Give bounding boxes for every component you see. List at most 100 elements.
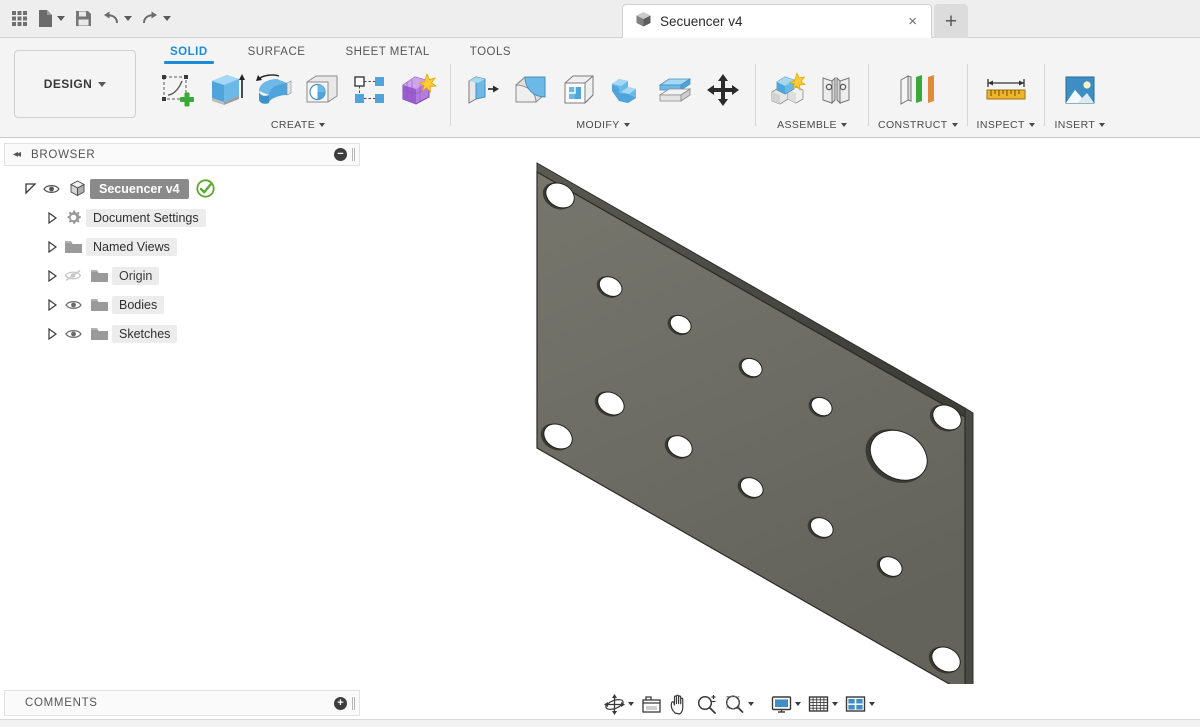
workspace-label: DESIGN [43,77,93,91]
perforated-plate-model[interactable] [361,139,1200,684]
measure-icon[interactable] [977,65,1035,115]
fillet-icon[interactable] [508,65,554,115]
extrude-icon[interactable] [203,65,249,115]
offset-face-icon[interactable] [652,65,698,115]
panel-divider [868,64,869,126]
document-tab[interactable]: Secuencer v4 × [622,4,932,38]
new-document-icon[interactable] [34,4,68,34]
folder-icon [86,326,112,341]
tree-node-label: Sketches [112,324,178,343]
press-pull-icon[interactable] [460,65,506,115]
panel-label-create[interactable]: CREATE [271,119,326,131]
expand-triangle-icon[interactable] [44,211,60,224]
ribbon-panel-inspect: INSPECT [970,62,1042,138]
comments-panel[interactable]: COMMENTS + [4,690,360,716]
canvas-3d-viewport[interactable] [361,139,1200,684]
plate-front-face[interactable] [536,170,966,684]
ribbon-panels: CREATE MODIFY ASSEMBLE CONSTRUCT INSPECT… [148,62,1113,138]
sweep-icon[interactable] [299,65,345,115]
expand-triangle-icon[interactable] [44,298,60,311]
expand-triangle-icon[interactable] [22,182,38,195]
chevron-down-icon[interactable] [163,16,171,21]
offset-plane-icon[interactable] [891,65,945,115]
ribbon-tab-surface[interactable]: SURFACE [228,41,326,64]
new-tab-button[interactable]: + [934,4,968,38]
app-grid-icon[interactable] [6,4,32,34]
ribbon-tab-tools[interactable]: TOOLS [450,41,531,64]
visibility-eye-icon[interactable] [60,328,86,340]
chevron-down-icon [951,123,958,127]
tree-node-label: Bodies [112,295,165,314]
chevron-down-icon[interactable] [795,702,801,706]
close-icon[interactable]: × [904,14,921,29]
grid-snaps-icon[interactable] [805,691,841,717]
orbit-icon[interactable] [601,691,637,717]
panel-label-construct[interactable]: CONSTRUCT [878,119,958,131]
panel-resize-handle[interactable] [352,696,355,710]
ribbon: DESIGN SOLID SURFACE SHEET METAL TOOLS C… [0,38,1200,138]
ribbon-panel-insert: INSERT [1047,62,1113,138]
panel-label-modify[interactable]: MODIFY [576,119,630,131]
joint-icon[interactable] [813,65,859,115]
tree-node-label: Document Settings [86,208,206,227]
tree-node-bodies[interactable]: Bodies [4,290,360,319]
tree-node-root-label: Secuencer v4 [90,178,189,199]
automate-icon[interactable] [395,65,441,115]
chevron-down-icon[interactable] [124,16,132,21]
tree-node-root[interactable]: Secuencer v4 [4,174,360,203]
status-bar [0,719,1200,727]
chevron-down-icon[interactable] [869,702,875,706]
chevron-down-icon[interactable] [832,702,838,706]
viewports-icon[interactable] [842,691,878,717]
visibility-eye-hidden-icon[interactable] [60,269,86,282]
look-at-icon[interactable] [638,691,665,717]
panel-resize-handle[interactable] [352,148,355,161]
tree-node-label: Named Views [86,237,177,256]
collapse-arrows-icon[interactable]: ◂◂ [13,149,21,160]
panel-label-assemble[interactable]: ASSEMBLE [777,119,847,131]
chevron-down-icon[interactable] [748,702,754,706]
cube-icon [64,179,90,198]
pan-icon[interactable] [666,691,692,717]
workspace-switcher[interactable]: DESIGN [14,50,136,118]
panel-label-inspect[interactable]: INSPECT [977,119,1035,131]
ribbon-tab-sheet-metal[interactable]: SHEET METAL [325,41,449,64]
expand-triangle-icon[interactable] [44,269,60,282]
visibility-eye-icon[interactable] [38,183,64,195]
chevron-down-icon[interactable] [57,16,65,21]
browser-panel: ◂◂ BROWSER − Secuencer v4 Document Setti… [4,143,360,678]
ribbon-panel-assemble: ASSEMBLE [758,62,866,138]
tree-node-origin[interactable]: Origin [4,261,360,290]
visibility-eye-icon[interactable] [60,299,86,311]
combine-icon[interactable] [604,65,650,115]
panel-label-insert[interactable]: INSERT [1054,119,1106,131]
zoom-icon[interactable] [693,691,720,717]
save-icon[interactable] [70,4,96,34]
shell-icon[interactable] [556,65,602,115]
tree-node-label: Origin [112,266,160,285]
tree-node-sketches[interactable]: Sketches [4,319,360,348]
display-settings-icon[interactable] [768,691,804,717]
expand-triangle-icon[interactable] [44,240,60,253]
tree-node-named-views[interactable]: Named Views [4,232,360,261]
minimize-icon[interactable]: − [334,148,347,161]
chevron-down-icon[interactable] [628,702,634,706]
chevron-down-icon [623,123,630,127]
expand-triangle-icon[interactable] [44,327,60,340]
pattern-icon[interactable] [347,65,393,115]
ribbon-tab-solid[interactable]: SOLID [150,41,228,64]
insert-image-icon[interactable] [1054,65,1106,115]
revolve-icon[interactable] [251,65,297,115]
zoom-fit-icon[interactable] [721,691,757,717]
browser-title: BROWSER [31,148,96,161]
panel-divider [966,64,968,126]
panel-divider [450,64,451,126]
document-tab-title: Secuencer v4 [660,14,743,29]
redo-icon[interactable] [137,4,174,34]
tree-node-document-settings[interactable]: Document Settings [4,203,360,232]
undo-icon[interactable] [98,4,135,34]
move-copy-icon[interactable] [700,65,746,115]
add-comment-icon[interactable]: + [334,696,347,710]
new-component-icon[interactable] [765,65,811,115]
create-sketch-icon[interactable] [155,65,201,115]
